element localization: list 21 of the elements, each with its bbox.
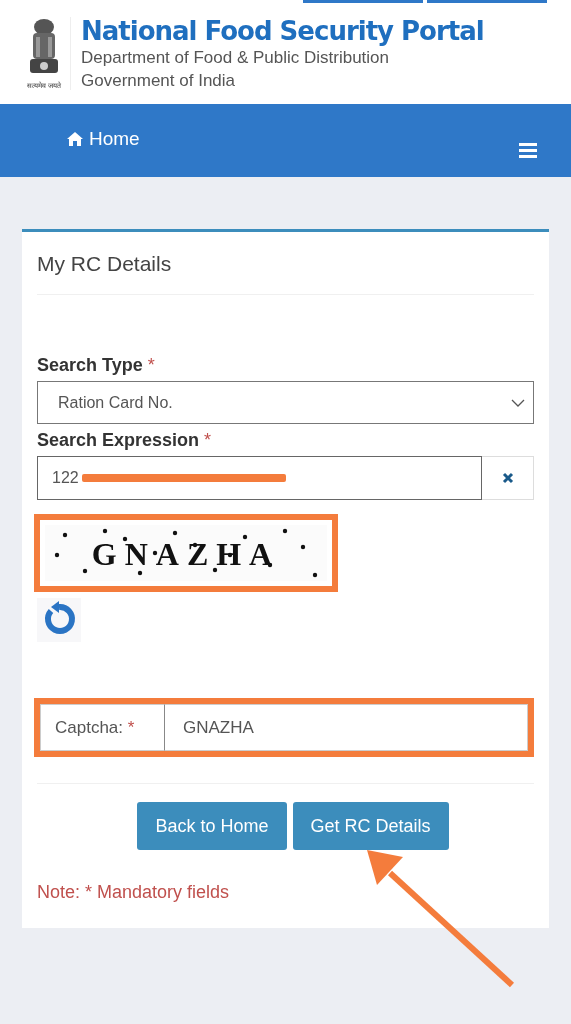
search-type-dropdown[interactable]: Ration Card No.	[37, 381, 534, 424]
close-icon	[501, 472, 514, 484]
card-title: My RC Details	[37, 232, 534, 295]
mandatory-note: Note: * Mandatory fields	[37, 882, 231, 903]
home-link[interactable]: Home	[66, 129, 140, 149]
portal-title: National Food Security Portal	[81, 15, 484, 46]
field-label: Search Type *	[37, 355, 156, 376]
field-label: Search Expression *	[37, 430, 213, 451]
clear-button[interactable]	[482, 456, 534, 500]
home-icon	[66, 131, 84, 147]
department-name: Department of Food & Public Distribution	[81, 46, 391, 69]
action-button[interactable]: Back to Home	[137, 802, 287, 850]
action-button[interactable]: Get RC Details	[292, 802, 449, 850]
captcha-image: GNAZHA	[45, 525, 327, 581]
menu-icon[interactable]	[519, 142, 537, 158]
captcha-field[interactable]: GNAZHA	[165, 704, 528, 751]
chevron-icon	[511, 398, 525, 407]
search-expression-field[interactable]: 122	[37, 456, 482, 500]
refresh-button[interactable]	[37, 598, 81, 642]
captcha-label: Captcha: *	[40, 704, 165, 751]
government-name: Government of India	[81, 69, 237, 92]
